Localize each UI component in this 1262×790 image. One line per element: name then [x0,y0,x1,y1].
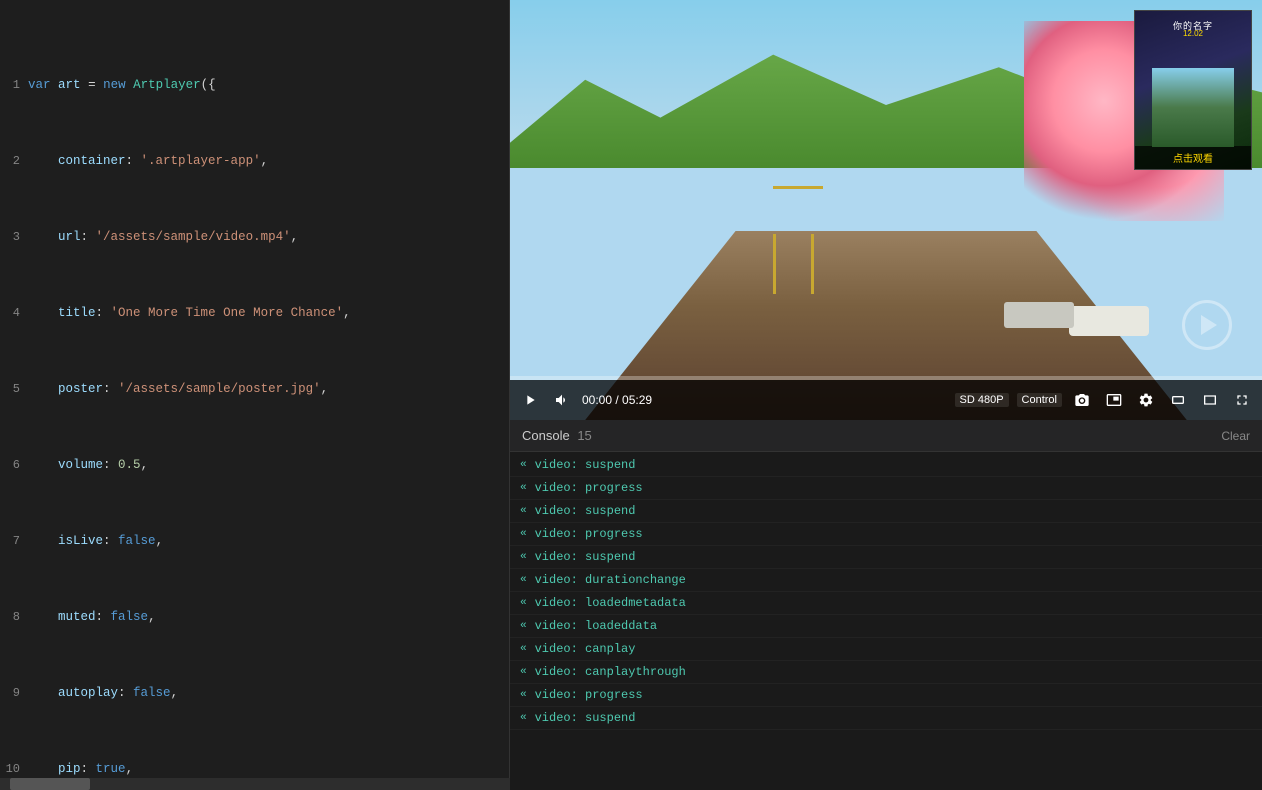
pip-icon [1106,392,1122,408]
console-panel: Console 15 Clear « video: suspend « video: … [510,420,1262,790]
console-entry: « video: suspend [510,454,1262,477]
car-2 [1004,302,1074,328]
console-entry-text: video: canplaythrough [535,663,686,681]
console-entry: « video: progress [510,523,1262,546]
wide-button[interactable] [1198,390,1222,410]
console-entry-text: video: suspend [535,709,636,727]
console-count: 15 [577,428,591,443]
time-display: 00:00 / 05:29 [582,393,652,407]
console-entry: « video: suspend [510,707,1262,730]
console-entries-list: « video: suspend « video: progress « video: s… [510,452,1262,790]
console-arrow: « [520,502,527,520]
pip-button[interactable] [1102,390,1126,410]
console-entry: « video: suspend [510,546,1262,569]
car-1 [1069,306,1149,336]
console-clear-button[interactable]: Clear [1221,429,1250,443]
control-label[interactable]: Control [1017,393,1062,407]
console-entry-text: video: progress [535,525,643,543]
theater-button[interactable] [1166,390,1190,410]
console-entry-text: video: suspend [535,548,636,566]
screenshot-icon [1074,392,1090,408]
video-player[interactable]: 你的名字 12.02 点击观看 [510,0,1262,420]
console-entry-text: video: suspend [535,456,636,474]
console-header: Console 15 Clear [510,420,1262,452]
console-arrow: « [520,640,527,658]
volume-button[interactable] [550,390,574,410]
console-entry-text: video: loadeddata [535,617,657,635]
quality-badge[interactable]: SD 480P [955,393,1009,407]
console-entry-text: video: progress [535,479,643,497]
horizontal-scrollbar[interactable] [0,778,510,790]
console-title-text: Console [522,428,570,443]
right-panel: 你的名字 12.02 点击观看 [510,0,1262,790]
console-entry-text: video: canplay [535,640,636,658]
thumbnail-text: 点击观看 [1141,150,1245,165]
play-button[interactable] [518,390,542,410]
volume-icon [554,392,570,408]
console-arrow: « [520,456,527,474]
console-entry: « video: suspend [510,500,1262,523]
console-arrow: « [520,479,527,497]
console-arrow: « [520,525,527,543]
console-arrow: « [520,663,527,681]
console-arrow: « [520,617,527,635]
fullscreen-button[interactable] [1230,390,1254,410]
console-entry: « video: loadeddata [510,615,1262,638]
console-entry-text: video: suspend [535,502,636,520]
console-entry-text: video: progress [535,686,643,704]
console-entry-text: video: loadedmetadata [535,594,686,612]
play-icon [522,392,538,408]
console-entry: « video: loadedmetadata [510,592,1262,615]
console-arrow: « [520,571,527,589]
thumbnail-overlay[interactable]: 你的名字 12.02 点击观看 [1134,10,1252,170]
railing-h [773,186,823,189]
video-controls: 00:00 / 05:29 SD 480P Control [510,380,1262,420]
fullscreen-icon [1234,392,1250,408]
console-title: Console 15 [522,428,592,443]
console-entry-text: video: durationchange [535,571,686,589]
time-total: 05:29 [622,393,652,407]
console-entry: « video: canplay [510,638,1262,661]
console-entry: « video: progress [510,477,1262,500]
code-editor[interactable]: 1var art = new Artplayer({ 2 container: … [0,0,510,790]
railing-1 [773,234,776,294]
time-current: 00:00 [582,393,612,407]
console-arrow: « [520,709,527,727]
console-arrow: « [520,686,527,704]
watermark-play-button [1182,300,1232,350]
console-entry: « video: progress [510,684,1262,707]
settings-icon [1138,392,1154,408]
console-entry: « video: durationchange [510,569,1262,592]
console-arrow: « [520,548,527,566]
console-entry: « video: canplaythrough [510,661,1262,684]
scrollbar-thumb[interactable] [10,778,90,790]
railing-2 [811,234,814,294]
theater-icon [1170,392,1186,408]
wide-icon [1202,392,1218,408]
screenshot-button[interactable] [1070,390,1094,410]
settings-button[interactable] [1134,390,1158,410]
code-content: 1var art = new Artplayer({ 2 container: … [0,0,509,790]
console-arrow: « [520,594,527,612]
